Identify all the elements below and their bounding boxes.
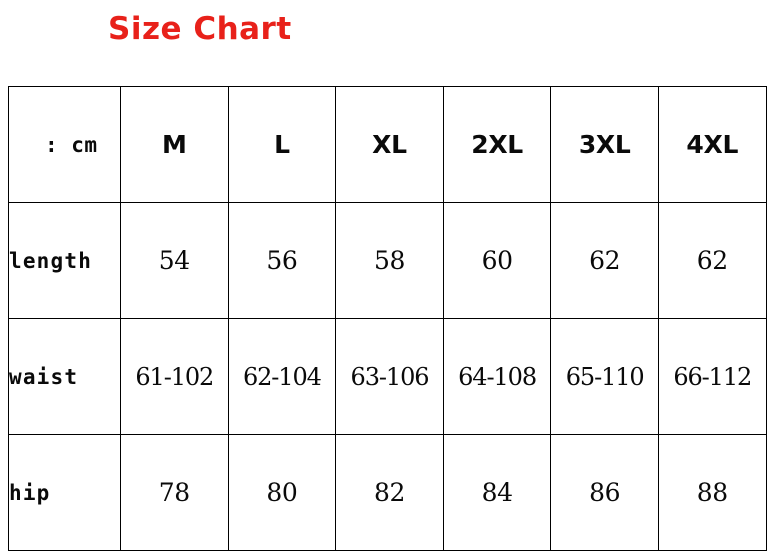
size-header-3xl: 3XL (550, 86, 659, 203)
table-row: hip 78 80 82 84 86 88 (8, 434, 767, 551)
table-header-row: : cm M L XL 2XL 3XL 4XL (8, 86, 767, 203)
hip-m: 78 (120, 434, 229, 551)
table-row: waist 61-102 62-104 63-106 64-108 65-110… (8, 318, 767, 435)
length-l: 56 (227, 202, 337, 319)
waist-4xl: 66-112 (657, 318, 767, 435)
size-header-xl: XL (335, 86, 444, 203)
waist-l: 62-104 (227, 318, 337, 435)
waist-3xl: 65-110 (550, 318, 659, 435)
size-header-2xl: 2XL (442, 86, 552, 203)
hip-3xl: 86 (550, 434, 659, 551)
row-label-length: length (8, 202, 121, 319)
unit-label: : cm (8, 86, 121, 203)
waist-xl: 63-106 (335, 318, 444, 435)
hip-2xl: 84 (442, 434, 552, 551)
size-chart-page: Size Chart : cm M L XL 2XL 3XL 4XL lengt… (0, 0, 774, 559)
waist-m: 61-102 (120, 318, 229, 435)
row-label-hip: hip (8, 434, 121, 551)
length-3xl: 62 (550, 202, 659, 319)
length-4xl: 62 (657, 202, 767, 319)
table-row: length 54 56 58 60 62 62 (8, 202, 767, 319)
size-header-l: L (227, 86, 337, 203)
length-2xl: 60 (442, 202, 552, 319)
row-label-waist: waist (8, 318, 121, 435)
waist-2xl: 64-108 (442, 318, 552, 435)
size-header-4xl: 4XL (657, 86, 767, 203)
hip-4xl: 88 (657, 434, 767, 551)
hip-xl: 82 (335, 434, 444, 551)
length-xl: 58 (335, 202, 444, 319)
hip-l: 80 (227, 434, 337, 551)
page-title: Size Chart (108, 11, 292, 47)
length-m: 54 (120, 202, 229, 319)
size-chart-table: : cm M L XL 2XL 3XL 4XL length 54 56 58 … (8, 86, 767, 551)
size-header-m: M (120, 86, 229, 203)
